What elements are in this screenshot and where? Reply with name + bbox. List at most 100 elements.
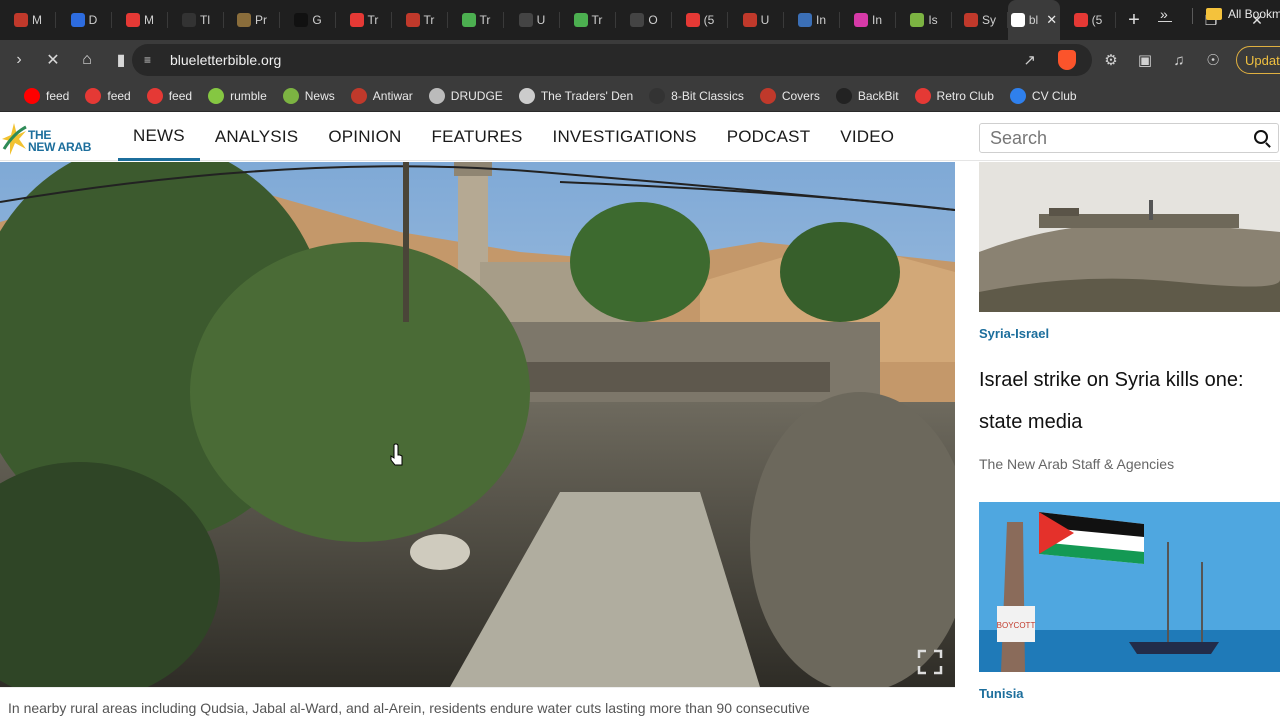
browser-tab[interactable]: D	[56, 0, 112, 40]
stop-loading-icon[interactable]: ✕	[38, 45, 68, 75]
bookmark-item[interactable]: feed	[146, 87, 192, 104]
browser-tab[interactable]: Tl	[168, 0, 224, 40]
browser-tab[interactable]: Sy	[952, 0, 1008, 40]
wallet-icon[interactable]: ▣	[1132, 45, 1158, 75]
address-bar[interactable]: ≡ blueletterbible.org ↗	[132, 44, 1092, 76]
tab-title: Tr	[423, 13, 435, 27]
tab-title: In	[815, 13, 826, 27]
bookmarks-bar: feed feed feed rumble News Antiwar DRUDGE The T…	[0, 80, 1280, 112]
hero-caption-text: In nearby rural areas including Qudsia, …	[8, 700, 810, 716]
browser-tab[interactable]: M	[0, 0, 56, 40]
article-tag-tunisia[interactable]: Tunisia	[979, 686, 1024, 701]
tab-favicon-icon	[573, 13, 588, 27]
bookmark-item[interactable]: Covers	[759, 87, 820, 104]
tab-title: O	[648, 13, 658, 27]
home-icon[interactable]: ⌂	[72, 45, 102, 75]
browser-tab[interactable]: Tr	[448, 0, 504, 40]
bookmark-label: Antiwar	[372, 88, 413, 103]
bookmark-item[interactable]: Antiwar	[350, 87, 413, 104]
tab-title: D	[88, 13, 98, 27]
search-box[interactable]: Search	[979, 123, 1279, 153]
browser-tab[interactable]: G	[280, 0, 336, 40]
logo-text-line2: NEW ARAB	[28, 140, 92, 154]
brave-shields-icon[interactable]	[1058, 50, 1076, 70]
headline-line1[interactable]: Israel strike on Syria kills one:	[979, 359, 1269, 401]
browser-tab[interactable]: Tr	[560, 0, 616, 40]
nav-item-podcast[interactable]: PODCAST	[712, 113, 826, 161]
browser-tab[interactable]: In	[840, 0, 896, 40]
tab-favicon-icon	[14, 13, 28, 27]
browser-tab[interactable]: Pr	[224, 0, 280, 40]
tab-title: Is	[928, 13, 938, 27]
nav-item-video[interactable]: VIDEO	[825, 113, 909, 161]
more-bookmarks-icon[interactable]: »	[1160, 6, 1168, 22]
bookmark-item[interactable]: rumble	[208, 87, 267, 104]
bookmark-item[interactable]: Retro Club	[914, 87, 994, 104]
browser-tab[interactable]: Is	[896, 0, 952, 40]
bookmark-label: feed	[107, 88, 131, 103]
bookmark-item[interactable]: CV Club	[1009, 87, 1077, 104]
bookmark-item[interactable]: feed	[24, 87, 69, 104]
url-text[interactable]: blueletterbible.org	[170, 52, 281, 68]
tab-favicon-icon	[963, 13, 978, 27]
browser-tab[interactable]: In	[784, 0, 840, 40]
article-thumbnail-syria-israel[interactable]	[979, 162, 1280, 312]
browser-tab[interactable]: (5	[672, 0, 728, 40]
article-byline[interactable]: The New Arab Staff & Agencies	[979, 456, 1174, 472]
browser-tab[interactable]: (5	[1060, 0, 1116, 40]
search-input[interactable]: Search	[990, 128, 1047, 149]
browser-tab[interactable]: Tr	[336, 0, 392, 40]
webpage: THE NEW ARAB NEWS ANALYSIS OPINION FEATURES…	[0, 113, 1280, 720]
tab-favicon-icon	[126, 13, 140, 27]
all-bookmarks-folder[interactable]: All Bookmarks	[1206, 7, 1280, 21]
site-info-icon[interactable]: ≡	[144, 53, 160, 67]
fullscreen-icon[interactable]	[917, 649, 943, 675]
all-bookmarks-label: All Bookmarks	[1228, 7, 1280, 21]
tab-favicon-icon	[294, 13, 309, 27]
article-headline[interactable]: Israel strike on Syria kills one: state …	[979, 359, 1269, 443]
article-thumbnail-tunisia[interactable]: BOYCOTT	[979, 502, 1280, 672]
nav-item-analysis[interactable]: ANALYSIS	[200, 113, 314, 161]
tab-title: Tr	[367, 13, 379, 27]
bookmark-item[interactable]: The Traders' Den	[518, 87, 633, 104]
close-tab-icon[interactable]: ✕	[1046, 12, 1057, 28]
tab-title: M	[144, 13, 154, 27]
vpn-icon[interactable]: ☉	[1200, 45, 1226, 75]
browser-tab[interactable]: bl ✕	[1008, 0, 1060, 40]
forward-icon[interactable]: ›	[4, 45, 34, 75]
share-icon[interactable]: ↗	[1023, 51, 1036, 69]
browser-tab[interactable]: M	[112, 0, 168, 40]
extensions-icon[interactable]: ⚙	[1098, 45, 1124, 75]
browser-tab[interactable]: U	[504, 0, 560, 40]
update-button[interactable]: Update	[1236, 46, 1280, 74]
bookmark-favicon-icon	[914, 87, 931, 104]
bookmark-label: 8-Bit Classics	[671, 88, 744, 103]
article-tag[interactable]: Syria-Israel	[979, 326, 1049, 341]
hero-image[interactable]	[0, 162, 955, 687]
sidebar-articles: Syria-Israel Israel strike on Syria kill…	[979, 162, 1280, 720]
site-logo[interactable]: THE NEW ARAB	[0, 119, 100, 157]
search-icon[interactable]	[1254, 130, 1268, 144]
media-icon[interactable]: ♫	[1166, 45, 1192, 75]
nav-item-news[interactable]: NEWS	[118, 113, 200, 161]
bookmark-favicon-icon	[85, 87, 102, 104]
tab-title: Pr	[255, 13, 267, 27]
nav-item-investigations[interactable]: INVESTIGATIONS	[538, 113, 712, 161]
hero-caption: In nearby rural areas including Qudsia, …	[0, 687, 955, 720]
bookmark-item[interactable]: BackBit	[835, 87, 899, 104]
browser-tab[interactable]: U	[728, 0, 784, 40]
tab-strip: M D M Tl Pr G Tr Tr Tr U Tr O (5 U In In Is Sy bl ✕ (5 +	[0, 0, 1280, 40]
bookmark-favicon-icon	[428, 87, 445, 104]
bookmark-item[interactable]: DRUDGE	[428, 87, 503, 104]
bookmark-item[interactable]: feed	[85, 87, 131, 104]
tab-favicon-icon	[1073, 13, 1088, 27]
bookmark-label: Covers	[781, 88, 820, 103]
nav-item-features[interactable]: FEATURES	[417, 113, 538, 161]
tab-favicon-icon	[70, 13, 85, 27]
bookmark-item[interactable]: News	[282, 87, 335, 104]
headline-line2[interactable]: state media	[979, 401, 1269, 443]
nav-item-opinion[interactable]: OPINION	[313, 113, 416, 161]
bookmark-item[interactable]: 8-Bit Classics	[649, 87, 744, 104]
browser-tab[interactable]: Tr	[392, 0, 448, 40]
browser-tab[interactable]: O	[616, 0, 672, 40]
